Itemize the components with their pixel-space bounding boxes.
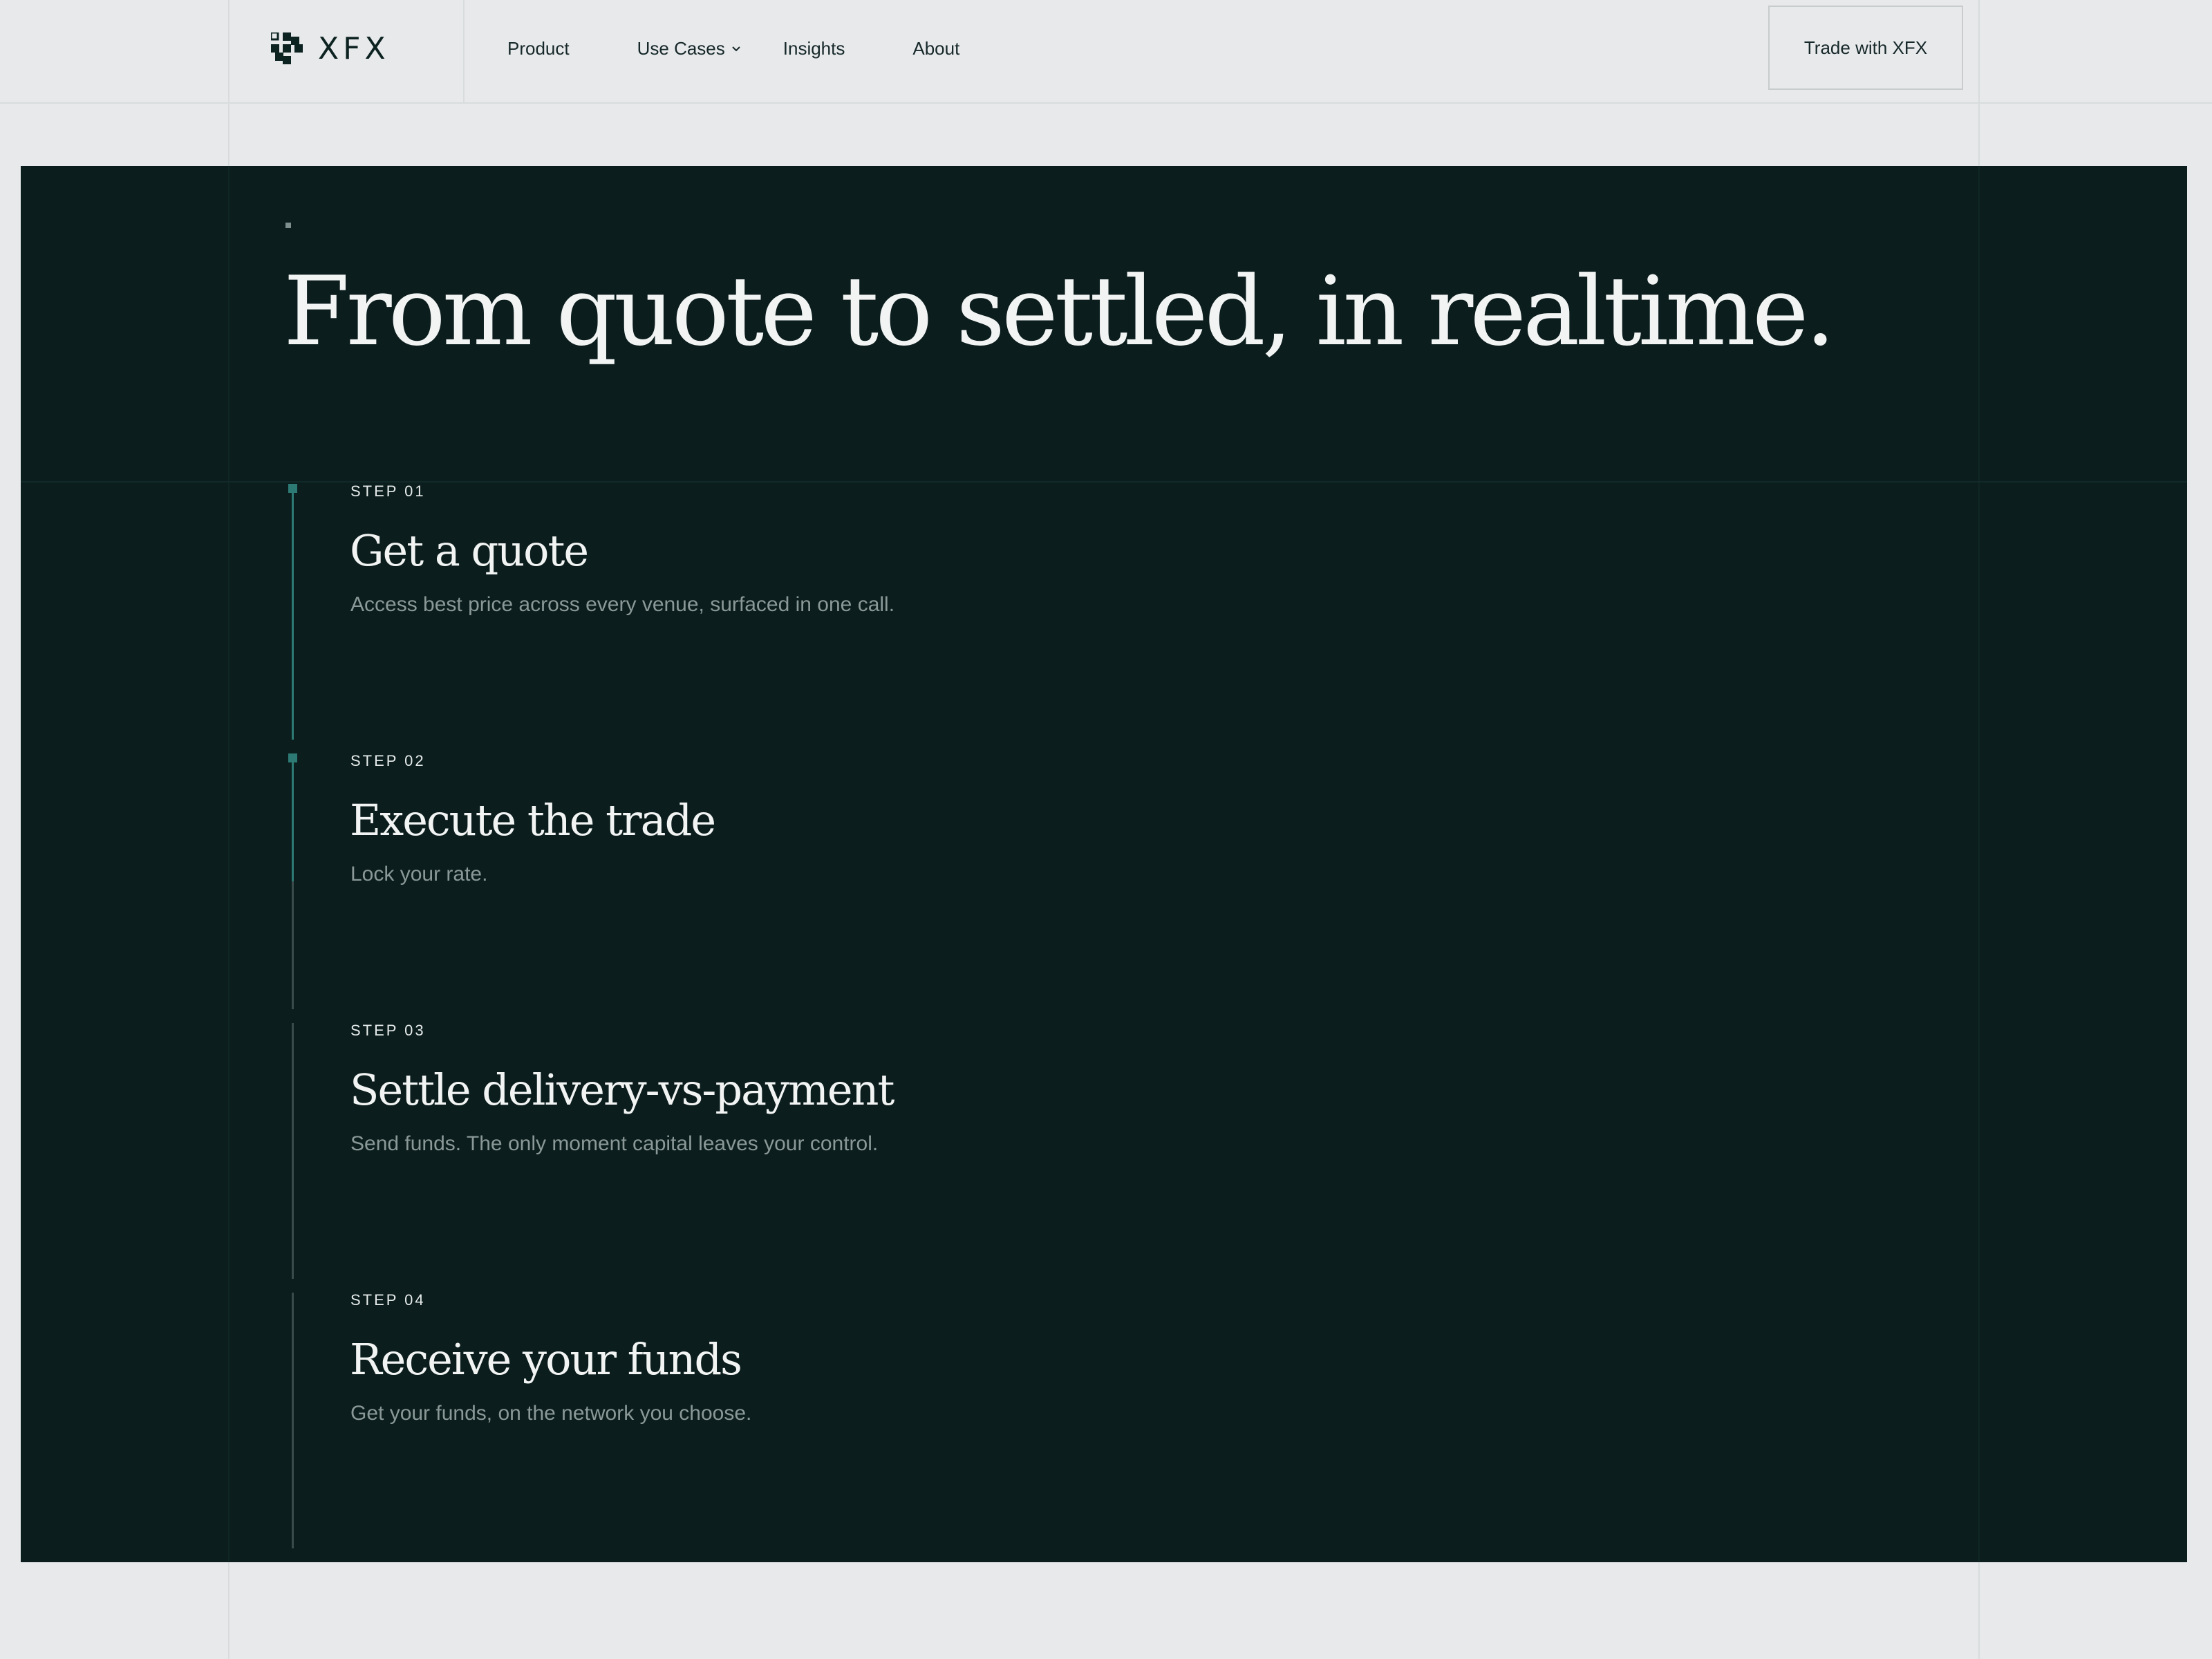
step-description: Lock your rate.: [350, 863, 488, 885]
step-title: Settle delivery-vs-payment: [350, 1065, 894, 1115]
step-node-marker: [288, 753, 297, 762]
step-progress-line: [292, 1293, 294, 1548]
step-label: STEP 03: [350, 1022, 426, 1039]
nav-item-insights[interactable]: Insights: [783, 38, 845, 59]
step-item: STEP 01 Get a quote Access best price ac…: [283, 482, 1251, 753]
step-item: STEP 03 Settle delivery-vs-payment Send …: [283, 1022, 1251, 1293]
nav-item-about[interactable]: About: [912, 38, 959, 59]
header-separator: [463, 0, 465, 102]
step-title: Get a quote: [350, 525, 589, 576]
step-node-marker: [288, 484, 297, 493]
eyebrow-marker: [285, 223, 291, 228]
step-progress-line: [292, 484, 294, 740]
step-item: STEP 02 Execute the trade Lock your rate…: [283, 752, 1251, 1023]
site-header: XFX Product Use Cases Insights About Tra…: [0, 0, 2212, 102]
layout-guide: [1978, 166, 1980, 1562]
layout-guide: [21, 481, 2187, 482]
step-title: Receive your funds: [350, 1334, 742, 1385]
step-description: Access best price across every venue, su…: [350, 593, 895, 616]
nav-item-label: Use Cases: [637, 37, 725, 59]
trade-with-xfx-button[interactable]: Trade with XFX: [1768, 6, 1963, 90]
brand-name: XFX: [318, 30, 390, 66]
brand-logo-link[interactable]: XFX: [271, 30, 390, 66]
step-progress-line: [292, 753, 294, 1009]
nav-item-use-cases[interactable]: Use Cases: [637, 38, 742, 59]
page: XFX Product Use Cases Insights About Tra…: [0, 0, 2212, 1659]
step-item: STEP 04 Receive your funds Get your fund…: [283, 1291, 1251, 1562]
main-nav: Product Use Cases Insights About: [507, 0, 959, 97]
step-title: Execute the trade: [350, 795, 716, 845]
layout-guide: [228, 166, 229, 1562]
step-description: Get your funds, on the network you choos…: [350, 1402, 752, 1425]
step-label: STEP 01: [350, 482, 426, 500]
how-it-works-section: From quote to settled, in realtime. STEP…: [21, 166, 2187, 1562]
step-label: STEP 02: [350, 752, 426, 769]
chevron-down-icon: [732, 46, 740, 52]
header-divider: [0, 102, 2212, 104]
step-label: STEP 04: [350, 1291, 426, 1309]
step-progress-line: [292, 1023, 294, 1279]
step-description: Send funds. The only moment capital leav…: [350, 1132, 879, 1155]
nav-item-product[interactable]: Product: [507, 38, 570, 59]
xfx-logo-mark-icon: [271, 32, 303, 64]
step-progress-fill: [292, 753, 294, 881]
section-headline: From quote to settled, in realtime.: [283, 256, 1835, 367]
